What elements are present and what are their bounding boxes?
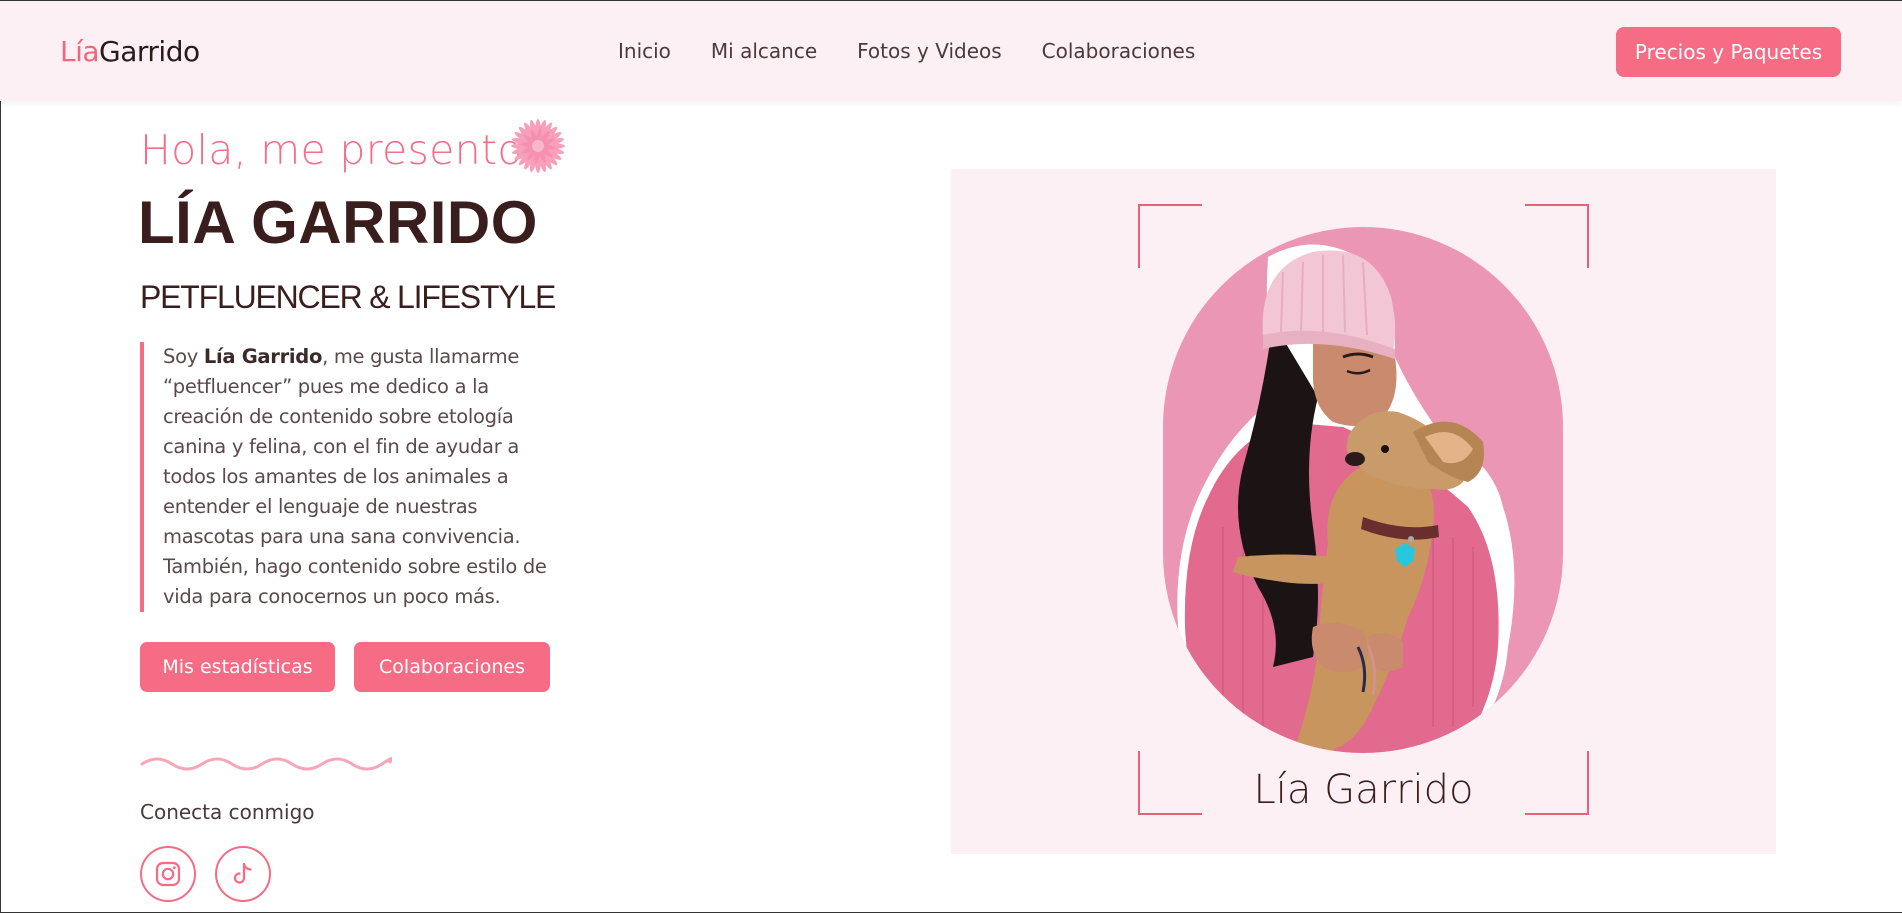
tiktok-icon (233, 862, 252, 884)
bio-name: Lía Garrido (203, 345, 323, 368)
logo-last: Garrido (99, 35, 200, 68)
page-title: LÍA GARRIDO (138, 189, 538, 256)
greeting: Hola, me presento... (140, 126, 563, 174)
woman-with-dog-illustration (1177, 244, 1515, 753)
nav-colaboraciones[interactable]: Colaboraciones (1042, 39, 1196, 63)
instagram-button[interactable] (140, 846, 196, 902)
frame-corner-top-left (1138, 204, 1202, 268)
logo-first: Lía (60, 35, 100, 68)
frame-corner-top-right (1525, 204, 1589, 268)
bio-body: , me gusta llamarme “petfluencer” pues m… (163, 345, 547, 608)
tiktok-button[interactable] (215, 846, 271, 902)
profile-card: Lía Garrido (951, 169, 1776, 854)
bio-prefix: Soy (163, 345, 204, 368)
instagram-icon (155, 861, 181, 887)
bio-text: Soy Lía Garrido, me gusta llamarme “petf… (140, 342, 550, 612)
site-logo[interactable]: LíaGarrido (60, 35, 200, 68)
wave-divider (140, 757, 392, 771)
pricing-button[interactable]: Precios y Paquetes (1616, 27, 1841, 77)
main-nav: Inicio Mi alcance Fotos y Videos Colabor… (618, 1, 1195, 101)
profile-photo (1163, 227, 1563, 753)
nav-inicio[interactable]: Inicio (618, 39, 671, 63)
flower-icon (511, 119, 565, 173)
page-subtitle: PETFLUENCER & LIFESTYLE (140, 279, 556, 315)
nav-fotos-videos[interactable]: Fotos y Videos (857, 39, 1002, 63)
photo-caption: Lía Garrido (1253, 767, 1474, 813)
collaborations-button[interactable]: Colaboraciones (354, 642, 550, 692)
site-header: LíaGarrido Inicio Mi alcance Fotos y Vid… (0, 1, 1902, 101)
stats-button[interactable]: Mis estadísticas (140, 642, 335, 692)
nav-mi-alcance[interactable]: Mi alcance (711, 39, 817, 63)
connect-label: Conecta conmigo (140, 800, 315, 824)
